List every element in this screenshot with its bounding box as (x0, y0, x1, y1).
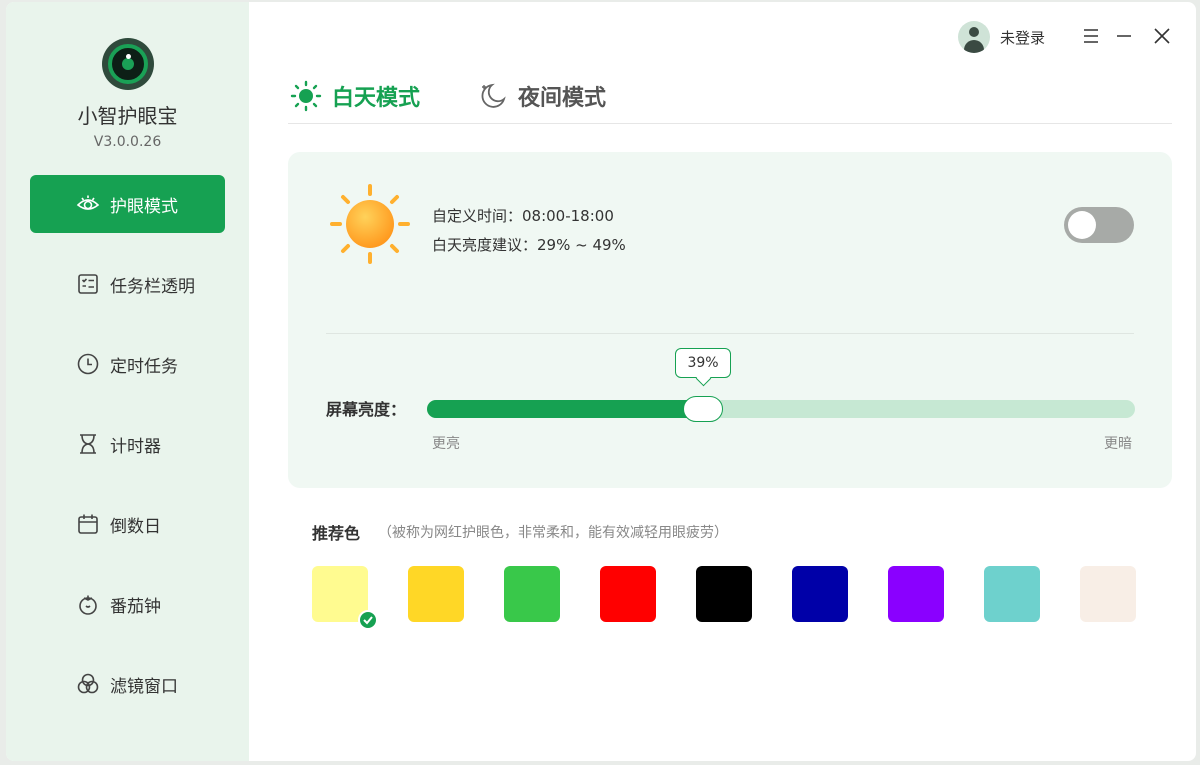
brightness-slider[interactable] (427, 396, 1135, 422)
color-swatch[interactable] (312, 566, 378, 630)
color-swatch[interactable] (504, 566, 560, 622)
tab-label: 白天模式 (332, 86, 421, 111)
sun-illustration-icon (330, 184, 410, 264)
filter-icon (77, 673, 99, 694)
sidebar-item-timer[interactable]: 计时器 (30, 415, 225, 473)
color-swatch[interactable] (792, 566, 848, 622)
brightness-slider-fill (427, 400, 703, 418)
sun-icon (290, 80, 322, 112)
calendar-icon (78, 514, 98, 534)
divider (326, 333, 1134, 334)
eye-icon (76, 195, 100, 210)
toggle-knob (1068, 211, 1096, 239)
app-window: 小智护眼宝 V3.0.0.26 护眼模式 任务栏透明 定时任务 计时器 倒数日 … (6, 2, 1196, 761)
custom-time-text: 自定义时间：08:00-18:00 (432, 207, 614, 225)
close-icon[interactable] (1150, 24, 1174, 48)
sidebar-item-eye-mode[interactable]: 护眼模式 (30, 175, 225, 233)
day-mode-card: 自定义时间：08:00-18:00 白天亮度建议：29% ~ 49% 屏幕亮度：… (288, 152, 1172, 488)
sidebar: 小智护眼宝 V3.0.0.26 护眼模式 任务栏透明 定时任务 计时器 倒数日 … (6, 2, 249, 761)
color-swatch[interactable] (408, 566, 464, 622)
tab-day-mode[interactable]: 白天模式 (290, 74, 420, 118)
sidebar-item-label: 计时器 (110, 436, 161, 457)
sidebar-item-filter-window[interactable]: 滤镜窗口 (30, 655, 225, 713)
user-status-label: 未登录 (1000, 28, 1046, 47)
app-version: V3.0.0.26 (93, 134, 162, 150)
menu-icon[interactable] (1079, 24, 1103, 48)
day-mode-toggle[interactable] (1064, 207, 1134, 243)
color-swatch[interactable] (600, 566, 656, 622)
tomato-icon (79, 595, 97, 615)
brightness-label: 屏幕亮度： (326, 400, 407, 419)
avatar (958, 21, 990, 53)
tab-label: 夜间模式 (518, 86, 607, 111)
sidebar-item-label: 定时任务 (110, 356, 178, 377)
brighter-label: 更亮 (432, 436, 460, 452)
hourglass-icon (80, 434, 96, 454)
darker-label: 更暗 (1104, 436, 1132, 452)
color-swatch[interactable] (984, 566, 1040, 622)
minimize-icon[interactable] (1112, 24, 1136, 48)
sidebar-item-label: 任务栏透明 (110, 276, 195, 297)
sidebar-item-label: 滤镜窗口 (110, 676, 178, 697)
recommend-note: （被称为网红护眼色，非常柔和，能有效减轻用眼疲劳） (378, 525, 728, 541)
day-mode-info: 自定义时间：08:00-18:00 白天亮度建议：29% ~ 49% (432, 202, 626, 260)
color-swatch[interactable] (696, 566, 752, 622)
sidebar-nav: 护眼模式 任务栏透明 定时任务 计时器 倒数日 番茄钟 滤镜窗口 (30, 175, 225, 735)
tab-night-mode[interactable]: 夜间模式 (478, 74, 606, 118)
sidebar-item-countdown-day[interactable]: 倒数日 (30, 495, 225, 553)
sidebar-item-label: 倒数日 (110, 516, 161, 537)
color-swatch[interactable] (888, 566, 944, 622)
moon-icon (481, 83, 506, 108)
user-login[interactable]: 未登录 (958, 20, 1045, 54)
brightness-value-tooltip: 39% (675, 348, 731, 378)
brightness-tip-text: 白天亮度建议：29% ~ 49% (432, 236, 626, 254)
sidebar-item-label: 番茄钟 (110, 596, 161, 617)
taskbar-icon (78, 274, 98, 294)
recommend-title: 推荐色 (312, 524, 361, 543)
mode-tabs: 白天模式 夜间模式 (288, 74, 1172, 124)
brightness-slider-handle[interactable] (683, 396, 723, 422)
app-name: 小智护眼宝 (77, 104, 178, 128)
sidebar-item-scheduled-task[interactable]: 定时任务 (30, 335, 225, 393)
app-logo-icon (102, 38, 154, 90)
check-icon (358, 610, 378, 630)
clock-icon (77, 353, 99, 375)
sidebar-item-pomodoro[interactable]: 番茄钟 (30, 575, 225, 633)
sidebar-item-taskbar-transparent[interactable]: 任务栏透明 (30, 255, 225, 313)
sidebar-item-label: 护眼模式 (110, 196, 178, 217)
color-swatch[interactable] (1080, 566, 1136, 622)
